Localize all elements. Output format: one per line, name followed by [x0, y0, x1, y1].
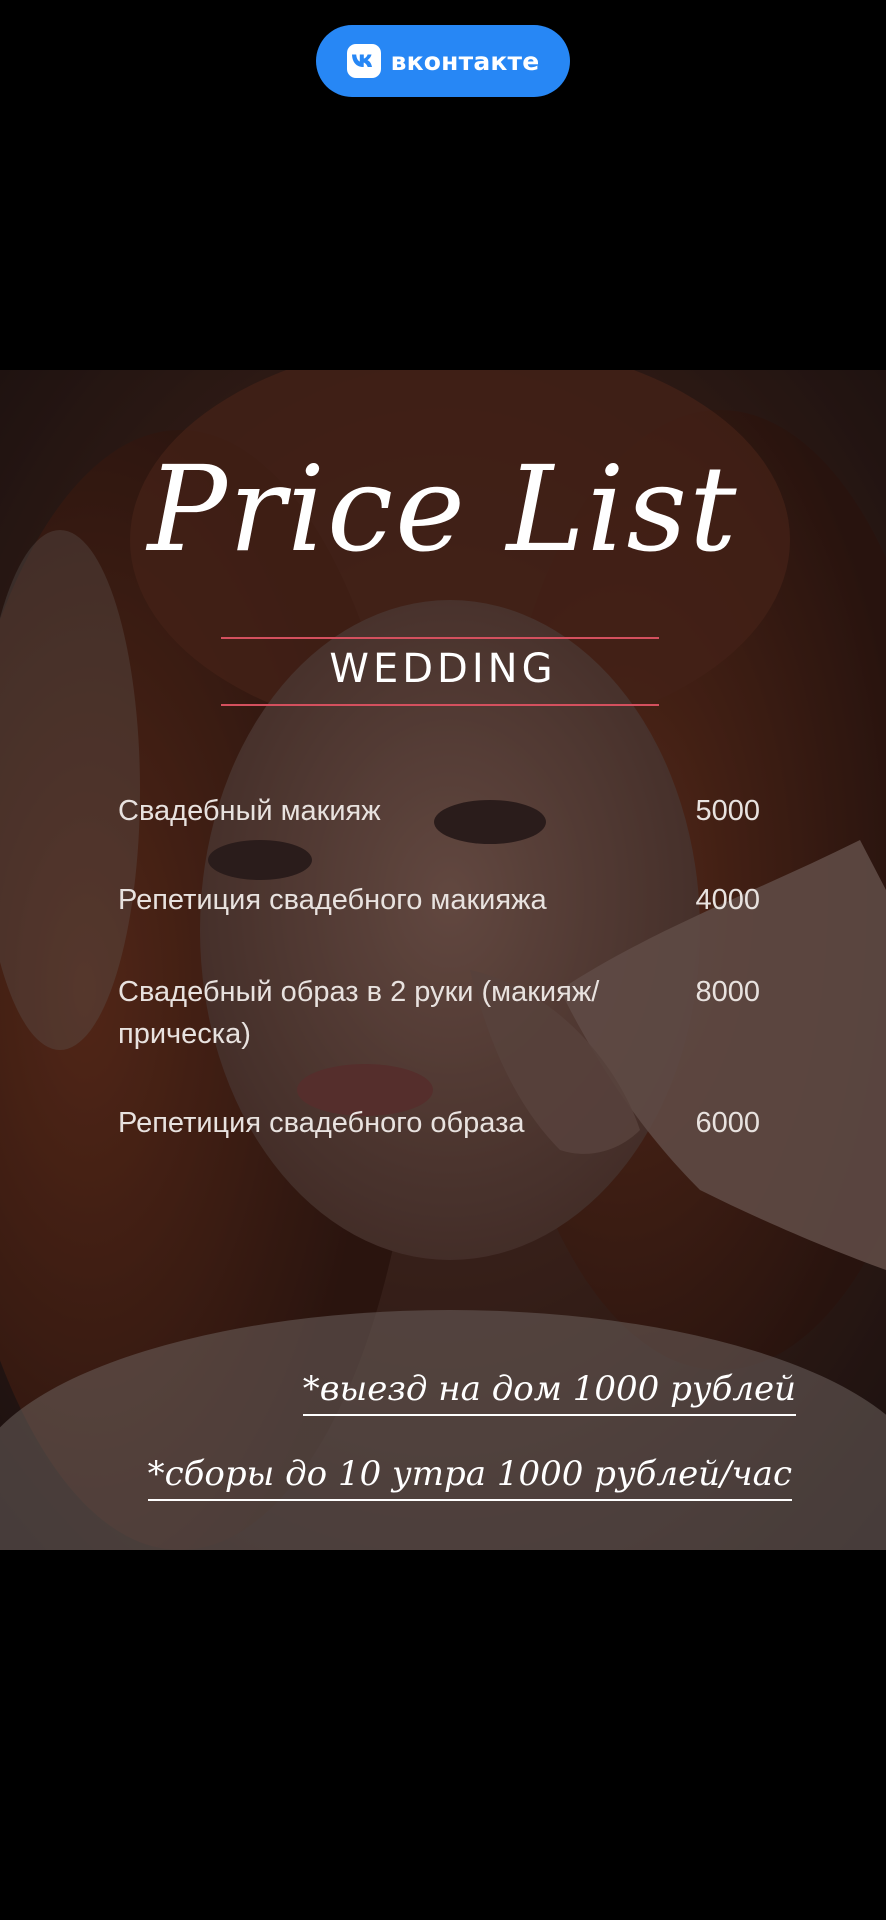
note-home-visit: *выезд на дом 1000 рублей	[302, 1366, 796, 1416]
section-title: WEDDING	[329, 646, 557, 692]
service-price: 5000	[695, 795, 760, 827]
service-name: Свадебный образ в 2 руки (макияж/ причес…	[118, 976, 600, 1050]
service-name: Свадебный макияж	[118, 795, 381, 827]
service-name: Репетиция свадебного макияжа	[118, 884, 547, 916]
service-price: 4000	[695, 884, 760, 916]
service-price: 8000	[695, 976, 760, 1008]
note-early-start: *сборы до 10 утра 1000 рублей/час	[147, 1451, 792, 1501]
divider-bottom	[221, 704, 659, 706]
vk-logo-icon	[346, 44, 381, 78]
divider-top	[221, 637, 659, 639]
price-list-title: Price List	[147, 440, 739, 578]
service-name: Репетиция свадебного образа	[118, 1107, 525, 1139]
service-price: 6000	[695, 1107, 760, 1139]
vk-button-label: вконтакте	[390, 46, 540, 76]
price-list-image: Price List WEDDING Свадебный макияж 5000…	[0, 370, 886, 1550]
vk-button[interactable]: вконтакте	[316, 25, 570, 97]
